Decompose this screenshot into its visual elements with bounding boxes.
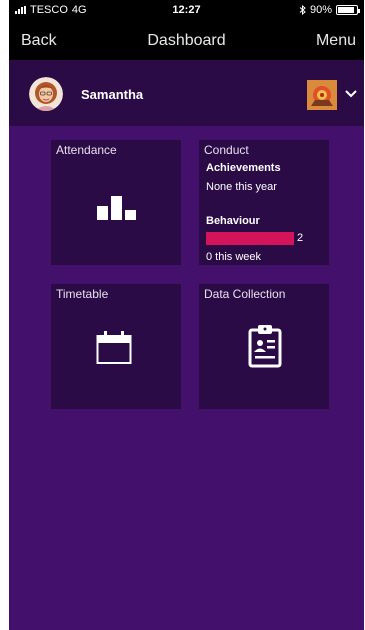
menu-button[interactable]: Menu — [316, 32, 356, 50]
student-name[interactable]: Samantha — [81, 87, 143, 102]
behaviour-bar-container: 2 — [206, 232, 306, 245]
calendar-icon — [96, 331, 132, 364]
bluetooth-icon — [299, 5, 306, 15]
tile-title: Data Collection — [204, 287, 286, 301]
app-screen: TESCO 4G 12:27 90% Back Dashboard Menu S… — [9, 0, 364, 630]
page-title: Dashboard — [147, 32, 226, 49]
behaviour-week: 0 this week — [206, 251, 262, 263]
battery-fill — [338, 7, 354, 13]
tile-conduct[interactable]: Conduct Achievements None this year Beha… — [199, 140, 329, 265]
status-bar: TESCO 4G 12:27 90% — [9, 0, 364, 20]
user-bar[interactable]: Samantha — [9, 60, 364, 126]
tile-title: Attendance — [56, 143, 117, 157]
student-avatar[interactable] — [29, 77, 63, 111]
school-crest-icon[interactable] — [307, 80, 337, 110]
nav-bar: Back Dashboard Menu — [9, 20, 364, 60]
behaviour-label: Behaviour — [206, 215, 260, 227]
tile-timetable[interactable]: Timetable — [51, 284, 181, 409]
tile-attendance[interactable]: Attendance — [51, 140, 181, 265]
battery-percent: 90% — [309, 4, 332, 16]
tile-title: Timetable — [56, 287, 109, 301]
status-right: 90% — [299, 4, 360, 16]
behaviour-bar — [206, 232, 294, 245]
achievements-label: Achievements — [206, 162, 281, 174]
bar-chart-icon — [97, 196, 136, 220]
clipboard-icon — [248, 325, 282, 368]
achievements-value: None this year — [206, 181, 277, 193]
chevron-down-icon[interactable] — [345, 88, 357, 98]
tile-title: Conduct — [204, 143, 249, 157]
battery-icon — [336, 5, 360, 15]
behaviour-count: 2 — [297, 232, 304, 244]
tile-data-collection[interactable]: Data Collection — [199, 284, 329, 409]
